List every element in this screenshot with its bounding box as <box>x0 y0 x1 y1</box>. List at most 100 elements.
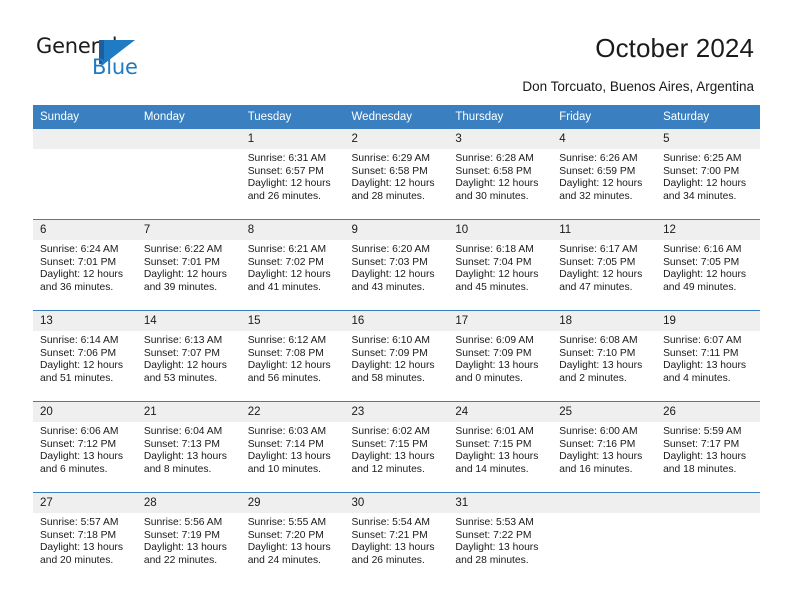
calendar-day-cell[interactable]: Sunrise: 5:54 AM Sunset: 7:21 PM Daylight:… <box>345 513 449 583</box>
daylight-text: Daylight: 12 hours and 26 minutes. <box>247 178 331 202</box>
calendar-day-cell[interactable]: Sunrise: 5:53 AM Sunset: 7:22 PM Daylight:… <box>448 513 552 583</box>
calendar-day-number[interactable]: 10 <box>448 220 552 240</box>
weekday-header-thursday: Thursday <box>455 111 504 123</box>
calendar-day-number[interactable]: 26 <box>656 402 760 422</box>
calendar-day-number[interactable]: 2 <box>345 129 449 149</box>
sunrise-text: Sunrise: 6:04 AM <box>143 426 223 437</box>
sunrise-text: Sunrise: 5:54 AM <box>351 517 430 528</box>
calendar-day-cell[interactable]: Sunrise: 6:28 AM Sunset: 6:58 PM Daylight:… <box>448 149 552 219</box>
calendar-day-cell[interactable]: Sunrise: 6:03 AM Sunset: 7:14 PM Daylight:… <box>241 422 345 492</box>
daylight-text: Daylight: 13 hours and 24 minutes. <box>247 542 331 566</box>
calendar-day-cell[interactable]: Sunrise: 6:12 AM Sunset: 7:08 PM Daylight:… <box>241 331 345 401</box>
calendar-day-number[interactable]: 11 <box>552 220 656 240</box>
calendar-day-number[interactable]: 13 <box>33 311 137 331</box>
calendar-day-cell[interactable]: Sunrise: 6:09 AM Sunset: 7:09 PM Daylight:… <box>448 331 552 401</box>
calendar-day-cell[interactable]: Sunrise: 6:24 AM Sunset: 7:01 PM Daylight:… <box>33 240 137 310</box>
calendar-daynumber-row: 20 21 22 23 24 25 26 <box>33 402 760 422</box>
calendar-day-cell-empty <box>137 149 241 219</box>
calendar-week-row: 27 28 29 30 31 Sunrise: 5:57 AM Sunset: 7:18 P… <box>33 492 760 583</box>
calendar-day-number[interactable]: 27 <box>33 493 137 513</box>
calendar-day-number[interactable]: 30 <box>345 493 449 513</box>
calendar-day-number[interactable]: 6 <box>33 220 137 240</box>
sunset-text: Sunset: 7:14 PM <box>247 438 324 450</box>
calendar-day-cell[interactable]: Sunrise: 6:07 AM Sunset: 7:11 PM Daylight:… <box>656 331 760 401</box>
calendar-day-number[interactable]: 5 <box>656 129 760 149</box>
calendar-day-cell-empty <box>33 149 137 219</box>
sunset-text: Sunset: 6:57 PM <box>247 165 324 177</box>
sunrise-text: Sunrise: 5:57 AM <box>40 517 119 528</box>
calendar-day-cell[interactable]: Sunrise: 6:02 AM Sunset: 7:15 PM Daylight:… <box>345 422 449 492</box>
calendar-weeks: 1 2 3 4 5 Sunrise: 6:31 AM Sunset: 6:57 PM Dayl… <box>33 129 760 583</box>
calendar-day-cell[interactable]: Sunrise: 6:16 AM Sunset: 7:05 PM Daylight:… <box>656 240 760 310</box>
calendar-day-cell[interactable]: Sunrise: 6:29 AM Sunset: 6:58 PM Daylight:… <box>345 149 449 219</box>
calendar-day-number[interactable]: 7 <box>137 220 241 240</box>
sunrise-text: Sunrise: 6:26 AM <box>559 153 638 164</box>
sunrise-text: Sunrise: 6:07 AM <box>663 335 742 346</box>
sunset-text: Sunset: 7:17 PM <box>663 438 740 450</box>
calendar-day-number[interactable]: 18 <box>552 311 656 331</box>
daylight-text: Daylight: 12 hours and 34 minutes. <box>663 178 747 202</box>
calendar-day-number[interactable]: 25 <box>552 402 656 422</box>
calendar-day-cell[interactable]: Sunrise: 6:10 AM Sunset: 7:09 PM Daylight:… <box>345 331 449 401</box>
calendar-day-number[interactable]: 15 <box>241 311 345 331</box>
sunrise-text: Sunrise: 6:08 AM <box>559 335 638 346</box>
calendar-day-number[interactable]: 23 <box>345 402 449 422</box>
daylight-text: Daylight: 12 hours and 41 minutes. <box>247 269 331 293</box>
sunset-text: Sunset: 6:58 PM <box>351 165 428 177</box>
calendar-day-cell[interactable]: Sunrise: 6:04 AM Sunset: 7:13 PM Daylight:… <box>137 422 241 492</box>
calendar-day-number[interactable]: 16 <box>345 311 449 331</box>
calendar-day-cell[interactable]: Sunrise: 6:26 AM Sunset: 6:59 PM Daylight:… <box>552 149 656 219</box>
calendar-day-number[interactable]: 19 <box>656 311 760 331</box>
page-title: October 2024 <box>595 33 754 63</box>
calendar-day-number[interactable]: 31 <box>448 493 552 513</box>
calendar-day-number[interactable]: 29 <box>241 493 345 513</box>
calendar-day-number[interactable]: 14 <box>137 311 241 331</box>
calendar-day-cell[interactable]: Sunrise: 5:57 AM Sunset: 7:18 PM Daylight:… <box>33 513 137 583</box>
calendar-day-cell[interactable]: Sunrise: 6:06 AM Sunset: 7:12 PM Daylight:… <box>33 422 137 492</box>
calendar-day-cell[interactable]: Sunrise: 6:25 AM Sunset: 7:00 PM Daylight:… <box>656 149 760 219</box>
calendar-day-number[interactable]: 9 <box>345 220 449 240</box>
sunrise-text: Sunrise: 6:24 AM <box>40 244 119 255</box>
daylight-text: Daylight: 13 hours and 6 minutes. <box>40 451 123 475</box>
sunset-text: Sunset: 7:19 PM <box>143 529 220 541</box>
daylight-text: Daylight: 12 hours and 49 minutes. <box>663 269 747 293</box>
brand-name-blue: Blue <box>92 55 138 79</box>
calendar-day-number[interactable]: 20 <box>33 402 137 422</box>
sunrise-text: Sunrise: 6:12 AM <box>247 335 327 346</box>
calendar-day-cell[interactable]: Sunrise: 5:55 AM Sunset: 7:20 PM Daylight:… <box>241 513 345 583</box>
calendar-day-number[interactable]: 4 <box>552 129 656 149</box>
weekday-header-sunday: Sunday <box>40 111 80 123</box>
calendar-day-cell[interactable]: Sunrise: 6:01 AM Sunset: 7:15 PM Daylight:… <box>448 422 552 492</box>
brand-logo[interactable]: General Blue <box>36 34 176 82</box>
calendar-grid: Sunday Monday Tuesday Wednesday Thursday… <box>33 105 760 583</box>
calendar-day-cell[interactable]: Sunrise: 5:59 AM Sunset: 7:17 PM Daylight:… <box>656 422 760 492</box>
calendar-day-cell[interactable]: Sunrise: 6:13 AM Sunset: 7:07 PM Daylight:… <box>137 331 241 401</box>
calendar-day-cell[interactable]: Sunrise: 6:22 AM Sunset: 7:01 PM Daylight:… <box>137 240 241 310</box>
calendar-day-number[interactable]: 21 <box>137 402 241 422</box>
calendar-day-number[interactable]: 12 <box>656 220 760 240</box>
calendar-day-number[interactable]: 22 <box>241 402 345 422</box>
calendar-day-cell[interactable]: Sunrise: 6:17 AM Sunset: 7:05 PM Daylight:… <box>552 240 656 310</box>
calendar-day-number[interactable]: 28 <box>137 493 241 513</box>
calendar-week-row: 13 14 15 16 17 18 19 Sunrise: 6:14 AM Sunset: 7:… <box>33 310 760 401</box>
sunrise-text: Sunrise: 6:22 AM <box>143 244 223 255</box>
calendar-day-cell[interactable]: Sunrise: 5:56 AM Sunset: 7:19 PM Daylight:… <box>137 513 241 583</box>
calendar-day-cell[interactable]: Sunrise: 6:18 AM Sunset: 7:04 PM Daylight:… <box>448 240 552 310</box>
calendar-day-cell[interactable]: Sunrise: 6:08 AM Sunset: 7:10 PM Daylight:… <box>552 331 656 401</box>
calendar-day-cell[interactable]: Sunrise: 6:21 AM Sunset: 7:02 PM Daylight:… <box>241 240 345 310</box>
calendar-day-cell[interactable]: Sunrise: 6:20 AM Sunset: 7:03 PM Daylight:… <box>345 240 449 310</box>
calendar-day-number[interactable]: 8 <box>241 220 345 240</box>
daylight-text: Daylight: 13 hours and 22 minutes. <box>143 542 227 566</box>
calendar-day-number[interactable]: 24 <box>448 402 552 422</box>
sunrise-text: Sunrise: 6:00 AM <box>559 426 638 437</box>
calendar-day-number[interactable]: 17 <box>448 311 552 331</box>
calendar-day-cell[interactable]: Sunrise: 6:14 AM Sunset: 7:06 PM Daylight:… <box>33 331 137 401</box>
daylight-text: Daylight: 13 hours and 12 minutes. <box>351 451 435 475</box>
sunrise-text: Sunrise: 6:17 AM <box>559 244 638 255</box>
calendar-day-number[interactable]: 3 <box>448 129 552 149</box>
calendar-page: General Blue October 2024 Don Torcuato, … <box>0 0 792 612</box>
calendar-day-cell[interactable]: Sunrise: 6:31 AM Sunset: 6:57 PM Daylight:… <box>241 149 345 219</box>
calendar-day-number[interactable]: 1 <box>241 129 345 149</box>
calendar-day-cell[interactable]: Sunrise: 6:00 AM Sunset: 7:16 PM Daylight:… <box>552 422 656 492</box>
daylight-text: Daylight: 13 hours and 8 minutes. <box>143 451 227 475</box>
